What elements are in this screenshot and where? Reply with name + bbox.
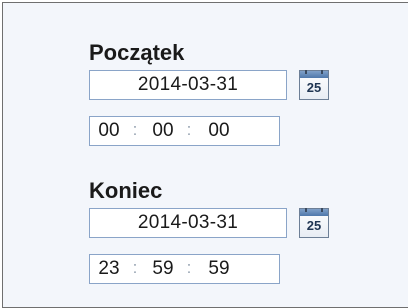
start-calendar-button[interactable]: 25: [299, 70, 329, 100]
end-title: Koniec: [89, 178, 163, 203]
end-minute-field[interactable]: 59: [148, 255, 178, 283]
end-second-field[interactable]: 59: [204, 255, 234, 283]
start-time-input[interactable]: 00 : 00 : 00: [89, 116, 280, 146]
time-separator: :: [186, 258, 192, 277]
calendar-icon-day: 25: [306, 218, 322, 233]
start-date-input[interactable]: 2014-03-31: [89, 70, 287, 100]
time-separator: :: [132, 120, 138, 139]
start-minute-field[interactable]: 00: [148, 117, 178, 145]
time-separator: :: [132, 258, 138, 277]
end-date-input[interactable]: 2014-03-31: [89, 208, 287, 238]
end-calendar-button[interactable]: 25: [299, 208, 329, 238]
calendar-icon-day: 25: [306, 80, 322, 95]
calendar-icon-rings: [305, 208, 323, 212]
calendar-icon-rings: [305, 70, 323, 74]
end-time-input[interactable]: 23 : 59 : 59: [89, 254, 280, 284]
start-second-field[interactable]: 00: [204, 117, 234, 145]
date-range-panel: Początek 2014-03-31 25 00 : 00 : 00 Koni…: [2, 2, 408, 308]
time-separator: :: [186, 120, 192, 139]
start-title: Początek: [89, 40, 185, 65]
end-hour-field[interactable]: 23: [94, 255, 124, 283]
start-hour-field[interactable]: 00: [94, 117, 124, 145]
